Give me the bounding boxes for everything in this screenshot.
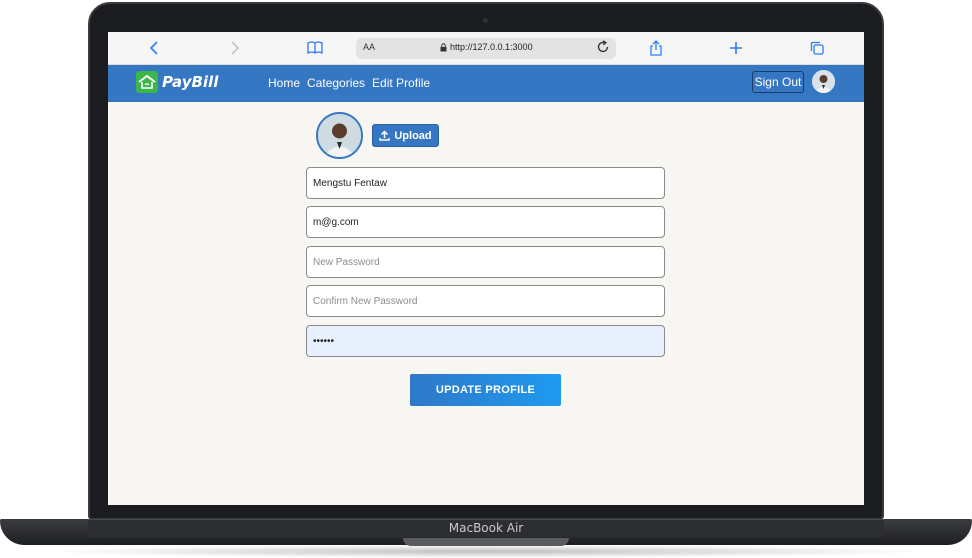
model-label: MacBook Air bbox=[448, 521, 524, 535]
url-display[interactable]: http://127.0.0.1:3000 bbox=[440, 42, 533, 52]
new-password-field[interactable] bbox=[306, 246, 665, 278]
bookmarks-icon[interactable] bbox=[305, 38, 325, 58]
browser-toolbar: AA http://127.0.0.1:3000 bbox=[108, 32, 864, 65]
back-icon[interactable] bbox=[144, 38, 164, 58]
brand-logo[interactable]: PayBill bbox=[136, 71, 218, 93]
profile-photo bbox=[316, 112, 363, 159]
nav-menu: Home Categories Edit Profile bbox=[268, 76, 430, 90]
laptop-mockup: MacBook Air AA http://127.0.0.1:3000 Pay… bbox=[0, 0, 972, 558]
laptop-shadow bbox=[40, 545, 932, 558]
sign-out-button[interactable]: Sign Out bbox=[752, 71, 804, 93]
upload-label: Upload bbox=[394, 129, 432, 142]
home-logo-icon bbox=[136, 71, 158, 93]
upload-icon bbox=[379, 130, 391, 141]
camera-icon bbox=[483, 18, 488, 23]
avatar[interactable] bbox=[812, 70, 835, 93]
confirm-password-field[interactable] bbox=[306, 285, 665, 317]
brand-name: PayBill bbox=[162, 73, 219, 91]
lock-icon bbox=[440, 42, 447, 51]
app-navbar: PayBill Home Categories Edit Profile Sig… bbox=[108, 65, 864, 102]
nav-link-categories[interactable]: Categories bbox=[307, 76, 365, 90]
reload-icon[interactable] bbox=[597, 40, 610, 59]
nav-link-edit-profile[interactable]: Edit Profile bbox=[372, 76, 430, 90]
upload-button[interactable]: Upload bbox=[372, 124, 439, 147]
current-password-field[interactable] bbox=[306, 325, 665, 357]
text-size-button[interactable]: AA bbox=[363, 42, 375, 52]
url-text: http://127.0.0.1:3000 bbox=[450, 42, 533, 52]
tabs-icon[interactable] bbox=[807, 38, 827, 58]
share-icon[interactable] bbox=[646, 38, 666, 58]
update-profile-button[interactable]: UPDATE PROFILE bbox=[410, 374, 561, 406]
new-tab-icon[interactable] bbox=[726, 38, 746, 58]
browser-screen: AA http://127.0.0.1:3000 PayBill Home Ca… bbox=[108, 32, 864, 505]
forward-icon[interactable] bbox=[225, 38, 245, 58]
address-bar[interactable]: AA http://127.0.0.1:3000 bbox=[356, 38, 616, 59]
name-field[interactable] bbox=[306, 167, 665, 199]
laptop-notch bbox=[403, 538, 569, 546]
email-field[interactable] bbox=[306, 206, 665, 238]
nav-link-home[interactable]: Home bbox=[268, 76, 300, 90]
